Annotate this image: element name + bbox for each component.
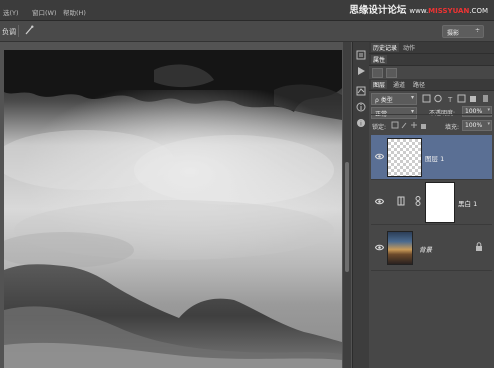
layer-name[interactable]: 图层 1 [425,153,444,163]
workspace-switcher[interactable]: 摄影 ÷ [442,25,484,38]
watermark-cn: 思缘设计论坛 [349,5,407,16]
divider [18,25,19,37]
layer-row-background[interactable]: 背景 [371,226,492,271]
opacity-field[interactable]: 100% ▾ [462,106,492,117]
adjustment-button[interactable] [372,68,383,78]
layers-tabs: 图层 通道 路径 [369,79,494,91]
document-canvas[interactable] [4,50,342,368]
options-bar: 负调 摄影 ÷ [0,21,494,42]
brush-tool-icon[interactable] [24,25,34,35]
layer-mask-thumbnail[interactable] [425,182,455,223]
kind-filter-label: ρ 类型 [375,97,393,104]
layer-thumbnail [387,138,422,177]
scrollbar-thumb[interactable] [345,162,349,272]
watermark-url-accent: MISSYUAN [428,7,470,15]
photoshop-window: 选(Y) 窗口(W) 帮助(H) 思缘设计论坛 www.MISSYUAN.COM… [0,0,494,368]
lock-icon [476,242,482,251]
layer-name[interactable]: 黑白 1 [458,198,477,208]
adjustments-icon[interactable] [356,86,366,96]
layer-kind-filter[interactable]: ρ 类型 ▾ [371,93,417,105]
canvas-padding [0,42,343,50]
menu-help[interactable]: 帮助(H) [63,7,86,17]
tab-paths[interactable]: 路径 [411,80,427,89]
layer-row-bw1[interactable]: 黑白 1 [371,180,492,225]
menu-window[interactable]: 窗口(W) [32,7,57,17]
fill-field[interactable]: 100% ▾ [462,120,492,131]
watermark: 思缘设计论坛 www.MISSYUAN.COM [349,2,488,16]
fill-value: 100% [465,122,483,129]
opacity-label: 不透明度: [429,108,455,117]
chevron-down-icon: ÷ [474,27,480,34]
adjustment-layer-icon [397,196,405,206]
watermark-url: www.MISSYUAN.COM [409,7,488,15]
blend-mode-select[interactable]: 正常 ▾ [371,107,417,119]
tab-actions[interactable]: 动作 [401,43,417,52]
tab-history[interactable]: 历史记录 [371,43,400,52]
eye-icon[interactable] [375,243,384,252]
chevron-down-icon: ▾ [487,121,490,127]
mask-button[interactable] [386,68,397,78]
properties-tabs: 属性 [369,54,494,66]
tab-properties[interactable]: 属性 [371,55,388,64]
chain-link-icon[interactable] [415,196,421,206]
chevron-down-icon: ▾ [487,107,490,113]
tab-channels[interactable]: 通道 [391,80,407,89]
lock-options-icons[interactable] [391,121,427,130]
layer-row-layer1[interactable]: 图层 1 [371,135,492,180]
info-circle-icon[interactable]: i [356,118,366,128]
filter-icons[interactable]: T [421,94,491,103]
layer-thumbnail [387,231,413,265]
eye-icon[interactable] [375,197,384,206]
eye-icon[interactable] [375,152,384,161]
lock-label: 锁定: [372,124,387,131]
workspace-label: 摄影 [447,30,460,37]
menu-bar: 选(Y) 窗口(W) 帮助(H) 思缘设计论坛 www.MISSYUAN.COM [0,0,494,21]
canvas-image [4,50,342,368]
panel-buttons-row [369,66,494,78]
panel-dock: i [352,42,370,368]
menu-select[interactable]: 选(Y) [3,7,19,17]
tool-label[interactable]: 负调 [2,27,16,37]
info-icon[interactable] [356,102,366,112]
right-panels: 历史记录 动作 属性 图层 通道 路径 ρ 类型 ▾ T 正常 [369,42,494,368]
play-icon[interactable] [356,66,366,76]
chevron-down-icon: ▾ [410,94,414,101]
history-icon[interactable] [356,50,366,60]
vertical-scrollbar[interactable] [343,42,351,368]
svg-text:T: T [447,96,453,103]
layer-name[interactable]: 背景 [419,244,432,254]
tab-layers[interactable]: 图层 [371,80,388,89]
fill-label: 填充: [445,124,460,131]
history-actions-tabs: 历史记录 动作 [369,42,494,54]
